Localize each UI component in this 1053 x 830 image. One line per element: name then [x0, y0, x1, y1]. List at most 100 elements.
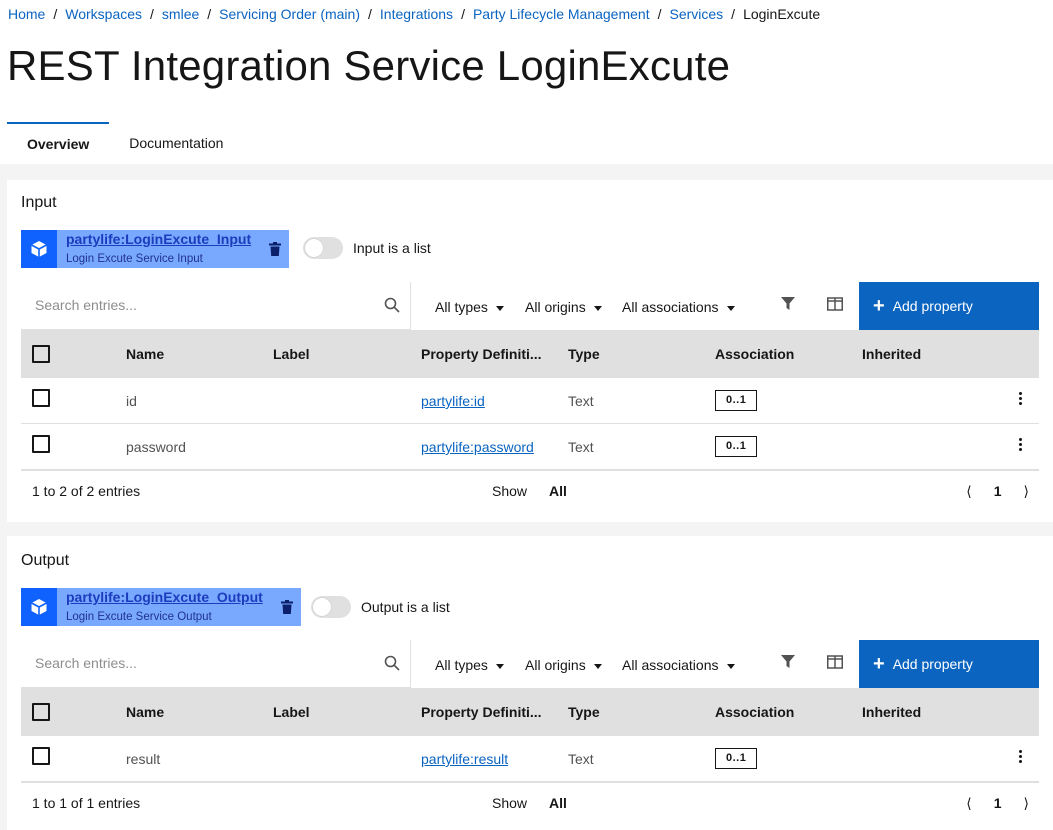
pagination: ⟨ 1 ⟩: [966, 783, 1029, 823]
row-definition-link[interactable]: partylife:result: [421, 736, 508, 782]
row-association: 0..1: [715, 424, 758, 457]
column-header-label[interactable]: Label: [273, 330, 310, 378]
page-title-prefix: REST Integration Service: [7, 42, 485, 89]
column-header-type[interactable]: Type: [568, 688, 600, 736]
trash-icon[interactable]: [273, 600, 301, 614]
caret-down-icon: [593, 305, 602, 311]
breadcrumb-integration[interactable]: Party Lifecycle Management: [473, 6, 650, 22]
breadcrumb-project[interactable]: Servicing Order (main): [219, 6, 360, 22]
input-list-toggle[interactable]: Input is a list: [303, 237, 431, 259]
previous-page-icon[interactable]: ⟨: [966, 783, 971, 823]
input-toolbar: Search entries... All types All origins …: [21, 282, 1039, 330]
column-header-association[interactable]: Association: [715, 330, 794, 378]
caret-down-icon: [726, 663, 735, 669]
breadcrumb-services[interactable]: Services: [669, 6, 723, 22]
search-icon[interactable]: [384, 655, 400, 676]
column-header-name[interactable]: Name: [126, 330, 164, 378]
input-type-tag: partylife:LoginExcute_Input Login Excute…: [21, 230, 290, 268]
breadcrumb-separator: /: [53, 6, 58, 22]
column-header-association[interactable]: Association: [715, 688, 794, 736]
entries-range: 1 to 1 of 1 entries: [32, 795, 141, 811]
row-type: Text: [568, 393, 594, 409]
filter-icon[interactable]: [781, 297, 795, 316]
row-name: id: [126, 393, 137, 409]
trash-icon[interactable]: [261, 242, 289, 256]
column-header-definition[interactable]: Property Definiti...: [421, 330, 542, 378]
input-type-link[interactable]: partylife:LoginExcute_Input: [66, 231, 251, 247]
select-all-checkbox[interactable]: [32, 345, 50, 363]
overflow-menu-icon[interactable]: [1019, 438, 1023, 453]
association-badge: 0..1: [715, 436, 758, 457]
show-label: Show: [492, 795, 528, 811]
columns-icon[interactable]: [827, 297, 843, 316]
origin-filter-value: All origins: [525, 299, 586, 315]
next-page-icon[interactable]: ⟩: [1024, 471, 1029, 511]
output-list-toggle[interactable]: Output is a list: [311, 596, 450, 618]
row-checkbox[interactable]: [32, 389, 50, 407]
row-definition-link[interactable]: partylife:id: [421, 378, 485, 424]
association-filter-value: All associations: [622, 657, 719, 673]
association-filter-dropdown[interactable]: All associations: [622, 299, 735, 315]
output-toolbar: Search entries... All types All origins …: [21, 640, 1039, 688]
breadcrumb-separator: /: [657, 6, 662, 22]
column-header-inherited[interactable]: Inherited: [862, 330, 921, 378]
previous-page-icon[interactable]: ⟨: [966, 471, 971, 511]
search-icon[interactable]: [384, 297, 400, 318]
origin-filter-value: All origins: [525, 657, 586, 673]
page-size-select[interactable]: All: [549, 471, 567, 511]
overflow-menu-icon[interactable]: [1019, 750, 1023, 765]
add-property-label: Add property: [892, 656, 973, 672]
table-header: Name Label Property Definiti... Type Ass…: [21, 330, 1039, 378]
row-checkbox[interactable]: [32, 435, 50, 453]
filter-icon[interactable]: [781, 655, 795, 674]
page-header: Home / Workspaces / smlee / Servicing Order (m…: [0, 0, 1053, 164]
output-properties-table: Name Label Property Definiti... Type Ass…: [21, 688, 1039, 822]
output-type-link[interactable]: partylife:LoginExcute_Output: [66, 589, 263, 605]
breadcrumb-separator: /: [731, 6, 736, 22]
association-filter-dropdown[interactable]: All associations: [622, 657, 735, 673]
row-definition-link[interactable]: partylife:password: [421, 424, 534, 470]
overflow-menu-icon[interactable]: [1019, 392, 1023, 407]
add-property-label: Add property: [892, 298, 973, 314]
toggle-switch[interactable]: [303, 237, 343, 259]
breadcrumb-home[interactable]: Home: [8, 6, 45, 22]
type-filter-dropdown[interactable]: All types: [435, 299, 504, 315]
input-search-input[interactable]: Search entries...: [21, 282, 411, 330]
output-heading: Output: [21, 552, 70, 569]
caret-down-icon: [726, 305, 735, 311]
column-header-name[interactable]: Name: [126, 688, 164, 736]
page-number[interactable]: 1: [994, 783, 1002, 823]
type-filter-dropdown[interactable]: All types: [435, 657, 504, 673]
output-type-description: Login Excute Service Output: [66, 611, 212, 623]
origin-filter-dropdown[interactable]: All origins: [525, 657, 602, 673]
output-search-input[interactable]: Search entries...: [21, 640, 411, 688]
plus-icon: +: [873, 653, 885, 675]
breadcrumb-integrations[interactable]: Integrations: [380, 6, 453, 22]
page-size-select[interactable]: All: [549, 783, 567, 823]
next-page-icon[interactable]: ⟩: [1024, 783, 1029, 823]
cube-icon: [21, 230, 57, 268]
row-checkbox[interactable]: [32, 747, 50, 765]
origin-filter-dropdown[interactable]: All origins: [525, 299, 602, 315]
select-all-checkbox[interactable]: [32, 703, 50, 721]
page-number[interactable]: 1: [994, 471, 1002, 511]
column-header-label[interactable]: Label: [273, 688, 310, 736]
tab-overview[interactable]: Overview: [7, 122, 110, 164]
column-header-type[interactable]: Type: [568, 330, 600, 378]
tab-bar: Overview Documentation: [7, 122, 243, 164]
page-title-name: LoginExcute: [496, 42, 731, 89]
add-property-button[interactable]: + Add property: [859, 640, 1039, 688]
columns-icon[interactable]: [827, 655, 843, 674]
breadcrumb-workspace[interactable]: smlee: [162, 6, 199, 22]
column-header-definition[interactable]: Property Definiti...: [421, 688, 542, 736]
output-panel: Output partylife:LoginExcute_Output Logi…: [7, 536, 1053, 830]
column-header-inherited[interactable]: Inherited: [862, 688, 921, 736]
add-property-button[interactable]: + Add property: [859, 282, 1039, 330]
row-name: result: [126, 751, 161, 767]
breadcrumb-separator: /: [150, 6, 154, 22]
breadcrumb-separator: /: [207, 6, 212, 22]
row-name: password: [126, 439, 186, 455]
tab-documentation[interactable]: Documentation: [109, 122, 243, 164]
toggle-switch[interactable]: [311, 596, 351, 618]
breadcrumb-workspaces[interactable]: Workspaces: [65, 6, 142, 22]
